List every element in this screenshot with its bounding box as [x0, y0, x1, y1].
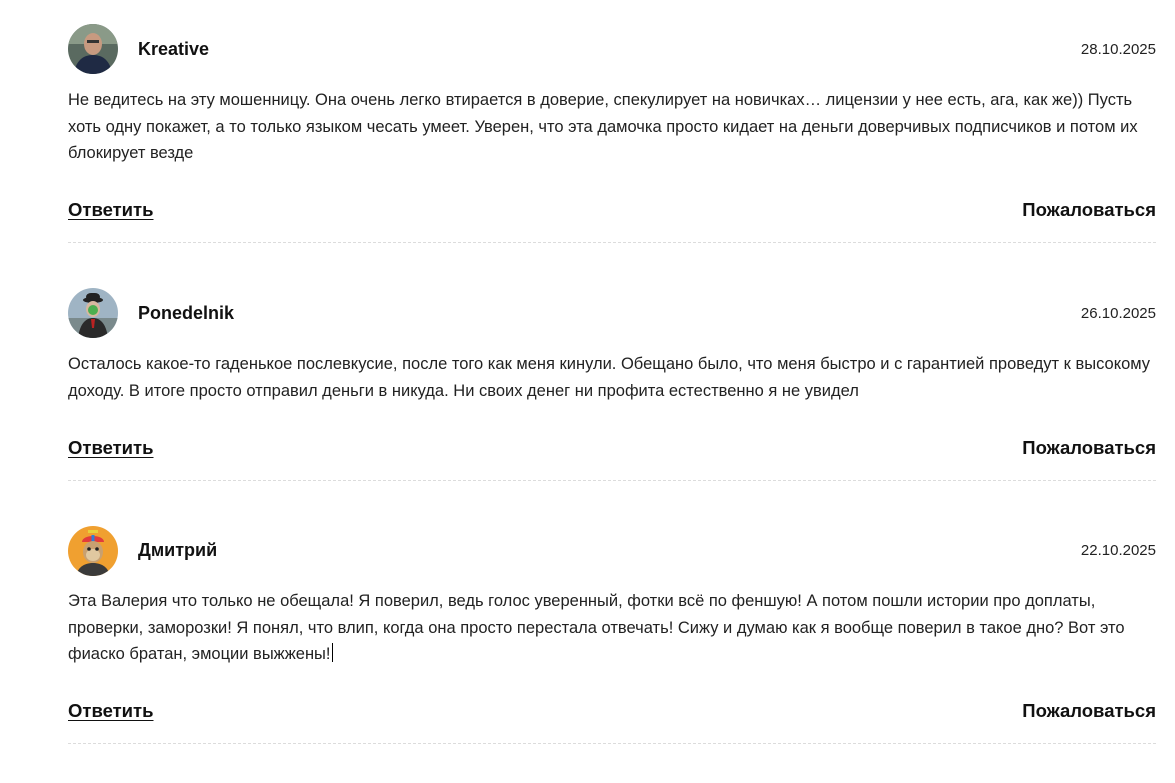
- reply-link[interactable]: Ответить: [68, 700, 154, 722]
- ape-with-propeller-cap-avatar-icon: [68, 526, 118, 576]
- comment-text: Не ведитесь на эту мошенницу. Она очень …: [68, 91, 1138, 162]
- comment-text: Эта Валерия что только не обещала! Я пов…: [68, 588, 1156, 668]
- reply-link[interactable]: Ответить: [68, 437, 154, 459]
- user-avatar[interactable]: [68, 288, 118, 338]
- reply-link[interactable]: Ответить: [68, 199, 154, 221]
- text-cursor: [331, 643, 333, 662]
- comment-date: 28.10.2025: [1080, 41, 1156, 58]
- comment-divider: [68, 480, 1156, 481]
- comment-date: 22.10.2025: [1080, 542, 1156, 559]
- comment-author[interactable]: Дмитрий: [138, 540, 217, 561]
- comment-text-content: Эта Валерия что только не обещала! Я пов…: [68, 592, 1125, 663]
- comment-text: Осталось какое-то гаденькое послевкусие,…: [68, 355, 1151, 400]
- man-in-bowler-hat-avatar-icon: [68, 288, 118, 338]
- user-photo-avatar-icon: [68, 24, 118, 74]
- comment-author[interactable]: Kreative: [138, 39, 209, 60]
- comment-divider: [68, 242, 1156, 243]
- comment-divider: [68, 743, 1156, 744]
- comment-author[interactable]: Ponedelnik: [138, 303, 234, 324]
- user-avatar[interactable]: [68, 526, 118, 576]
- report-link[interactable]: Пожаловаться: [1022, 700, 1156, 722]
- user-avatar[interactable]: [68, 24, 118, 74]
- report-link[interactable]: Пожаловаться: [1022, 199, 1156, 221]
- report-link[interactable]: Пожаловаться: [1022, 437, 1156, 459]
- comment-date: 26.10.2025: [1080, 305, 1156, 322]
